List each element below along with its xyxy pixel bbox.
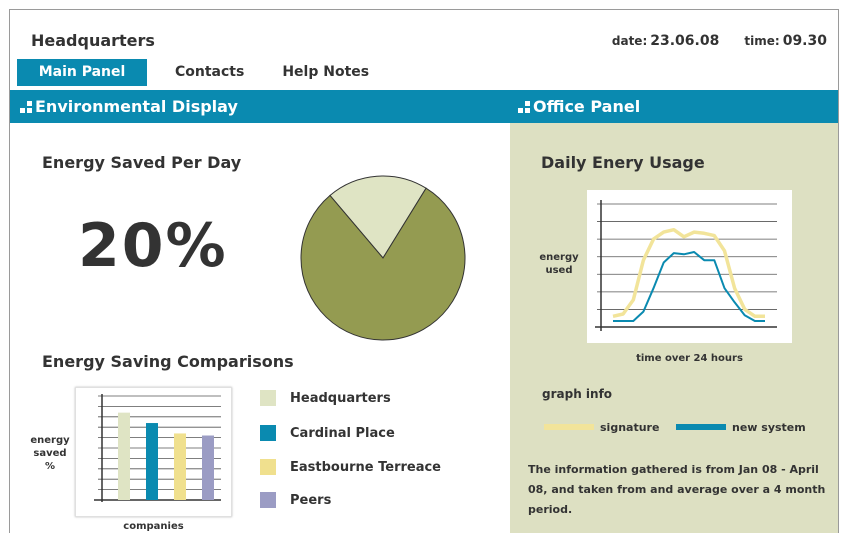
graph-legend-signature: signature — [544, 420, 659, 434]
squares-icon — [20, 100, 32, 113]
app-window: Headquarters date: 23.06.08 time: 09.30 Ma… — [9, 9, 839, 533]
environmental-display-title: Environmental Display — [35, 97, 238, 116]
legend-swatch — [676, 424, 726, 430]
office-panel-title: Office Panel — [533, 97, 641, 116]
page-title: Headquarters — [31, 31, 155, 50]
legend-label: Eastbourne Terreace — [290, 459, 441, 475]
comparison-ylabel-line3: % — [44, 461, 56, 472]
squares-icon — [518, 100, 530, 113]
bar-cardinal-place — [146, 423, 158, 500]
usage-ylabel: energy used — [535, 251, 583, 277]
legend-label: new system — [732, 420, 806, 434]
tab-main-panel[interactable]: Main Panel — [17, 59, 147, 86]
energy-comparison-bar-chart — [94, 394, 221, 502]
usage-ylabel-line1: energy — [539, 252, 579, 263]
legend-swatch — [544, 424, 594, 430]
series-line-signature — [612, 227, 765, 319]
date-value: 23.06.08 — [650, 33, 720, 49]
comparison-chart-card — [75, 387, 232, 517]
tab-bar: Main Panel Contacts Help Notes — [17, 59, 377, 86]
legend-swatch — [260, 492, 276, 508]
graph-info-text: The information gathered is from Jan 08 … — [528, 463, 826, 516]
bar-headquarters — [118, 412, 130, 500]
daily-usage-line-chart — [595, 200, 777, 331]
legend-label: Cardinal Place — [290, 425, 395, 441]
usage-chart-card — [587, 190, 792, 343]
legend-item: Headquarters — [260, 390, 391, 406]
legend-swatch — [260, 425, 276, 441]
tab-contacts[interactable]: Contacts — [167, 59, 252, 86]
bar-peers — [202, 435, 214, 500]
time-value: 09.30 — [782, 33, 827, 49]
legend-label: Headquarters — [290, 390, 391, 406]
bar-eastbourne-terreace — [174, 433, 186, 500]
legend-swatch — [260, 390, 276, 406]
comparisons-title: Energy Saving Comparisons — [42, 352, 294, 371]
usage-ylabel-line2: used — [545, 265, 573, 276]
legend-swatch — [260, 459, 276, 475]
comparison-ylabel-line2: saved — [33, 448, 67, 459]
office-panel: Daily Enery Usage energy used time over … — [510, 123, 838, 533]
legend-label: Peers — [290, 492, 332, 508]
tab-help-notes[interactable]: Help Notes — [274, 59, 377, 86]
section-header-bar: Environmental Display Office Panel — [10, 90, 838, 123]
environmental-display-header: Environmental Display — [20, 90, 238, 123]
usage-xlabel: time over 24 hours — [636, 353, 743, 364]
legend-item: Cardinal Place — [260, 425, 395, 441]
energy-saved-title: Energy Saved Per Day — [42, 153, 242, 172]
comparison-ylabel-line1: energy — [30, 435, 70, 446]
comparison-ylabel: energy saved % — [30, 434, 70, 473]
legend-item: Peers — [260, 492, 331, 508]
comparison-xlabel: companies — [123, 521, 184, 532]
usage-title: Daily Enery Usage — [541, 153, 705, 172]
legend-item: Eastbourne Terreace — [260, 459, 441, 475]
datetime-display: date: 23.06.08 time: 09.30 — [612, 33, 827, 49]
time-label: time: — [744, 34, 780, 48]
graph-legend-new-system: new system — [676, 420, 806, 434]
graph-info-title: graph info — [542, 387, 613, 401]
energy-saved-pie-chart — [300, 175, 466, 341]
office-panel-header: Office Panel — [518, 90, 640, 123]
date-label: date: — [611, 34, 648, 48]
energy-saved-value: 20% — [78, 211, 228, 281]
environmental-panel: Energy Saved Per Day 20% Energy Saving C… — [10, 123, 510, 533]
legend-label: signature — [600, 420, 660, 434]
